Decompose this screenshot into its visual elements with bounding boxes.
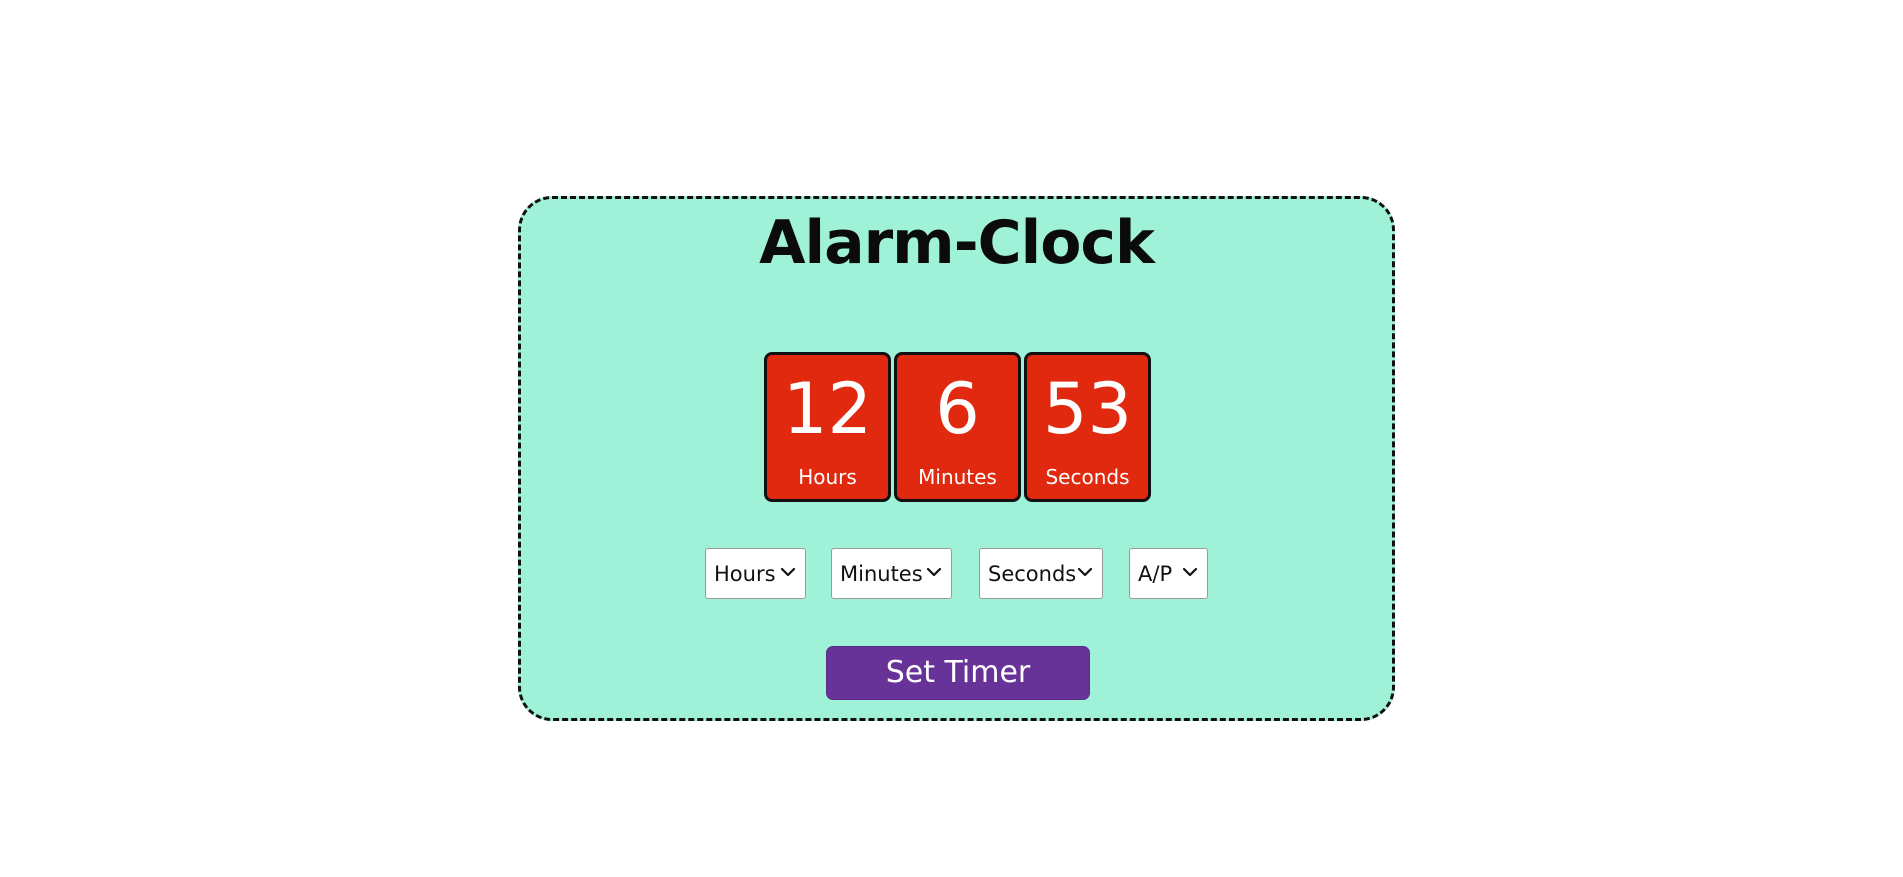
seconds-label: Seconds	[1045, 465, 1130, 489]
set-timer-button[interactable]: Set Timer	[826, 646, 1090, 700]
hours-label: Hours	[798, 465, 857, 489]
minutes-select-value: Minutes	[840, 561, 923, 586]
minutes-label: Minutes	[918, 465, 997, 489]
hours-select[interactable]: Hours	[705, 548, 806, 599]
alarm-clock-card: Alarm-Clock 12 Hours 6 Minutes 53 Second…	[518, 196, 1395, 721]
hours-value: 12	[782, 368, 873, 450]
chevron-down-icon	[926, 567, 942, 577]
seconds-value: 53	[1042, 368, 1133, 450]
alarm-time-selectors: Hours Minutes Seconds A/P	[521, 548, 1392, 599]
hours-select-value: Hours	[714, 561, 776, 586]
chevron-down-icon	[780, 567, 796, 577]
chevron-down-icon	[1077, 567, 1093, 577]
page: Alarm-Clock 12 Hours 6 Minutes 53 Second…	[0, 0, 1903, 877]
minutes-value: 6	[935, 368, 980, 450]
minutes-tile: 6 Minutes	[894, 352, 1021, 502]
chevron-down-icon	[1182, 567, 1198, 577]
hours-tile: 12 Hours	[764, 352, 891, 502]
seconds-tile: 53 Seconds	[1024, 352, 1151, 502]
ampm-select-value: A/P	[1138, 561, 1173, 586]
minutes-select[interactable]: Minutes	[831, 548, 952, 599]
ampm-select[interactable]: A/P	[1129, 548, 1208, 599]
seconds-select[interactable]: Seconds	[979, 548, 1103, 599]
seconds-select-value: Seconds	[988, 561, 1077, 586]
clock-display: 12 Hours 6 Minutes 53 Seconds	[764, 352, 1151, 502]
page-title: Alarm-Clock	[759, 208, 1155, 278]
